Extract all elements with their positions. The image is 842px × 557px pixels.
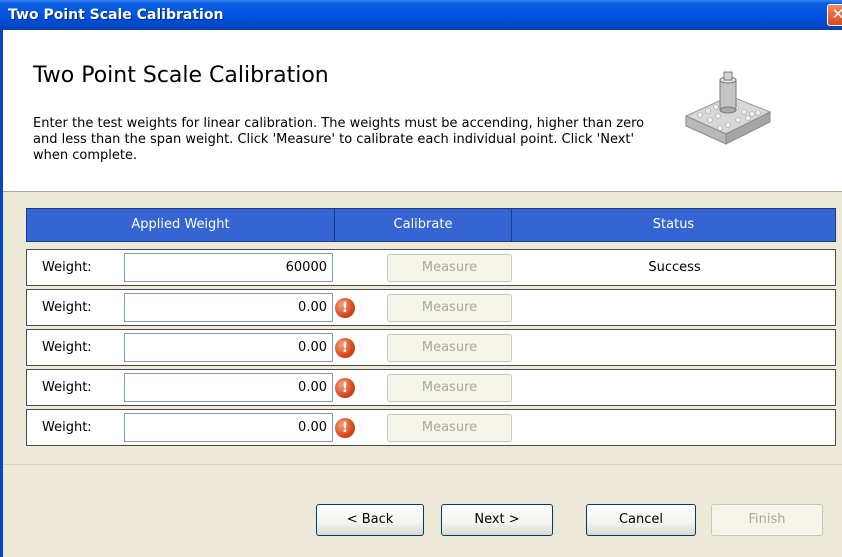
close-icon[interactable]: ✕ [827, 4, 842, 26]
status-text [512, 290, 837, 325]
finish-button[interactable]: Finish [711, 504, 823, 536]
measure-button[interactable]: Measure [387, 374, 512, 402]
status-text [512, 370, 837, 405]
table-row: Weight: 0.00 ! Measure [26, 289, 836, 326]
measure-button[interactable]: Measure [387, 294, 512, 322]
table-row: Weight: 0.00 ! Measure [26, 369, 836, 406]
error-icon: ! [335, 378, 355, 398]
window-frame-left [0, 30, 3, 557]
scale-weight-icon [684, 71, 772, 145]
measure-button[interactable]: Measure [387, 414, 512, 442]
measure-button[interactable]: Measure [387, 254, 512, 282]
weight-label: Weight: [42, 300, 92, 315]
instructions-text: Enter the test weights for linear calibr… [33, 116, 645, 163]
weight-label: Weight: [42, 420, 92, 435]
column-header-calibrate: Calibrate [393, 217, 453, 232]
column-header-status: Status [652, 217, 695, 232]
weight-label: Weight: [42, 380, 92, 395]
back-button[interactable]: < Back [316, 504, 424, 536]
weight-label: Weight: [42, 260, 92, 275]
measure-button[interactable]: Measure [387, 334, 512, 362]
status-text: Success [648, 260, 701, 275]
table-header: Applied Weight Calibrate Status [26, 208, 836, 242]
calibration-dialog: Two Point Scale Calibration ✕ Two Point … [0, 0, 842, 557]
status-text [512, 330, 837, 365]
window-title: Two Point Scale Calibration [8, 7, 224, 23]
page-title: Two Point Scale Calibration [33, 63, 329, 88]
weight-input[interactable]: 0.00 [124, 333, 333, 362]
title-bar[interactable]: Two Point Scale Calibration ✕ [0, 0, 842, 30]
next-button[interactable]: Next > [441, 504, 553, 536]
weight-input[interactable]: 0.00 [124, 373, 333, 402]
footer-divider [0, 464, 842, 465]
cancel-button[interactable]: Cancel [586, 504, 696, 536]
wizard-header: Two Point Scale Calibration Enter the te… [0, 30, 842, 192]
weight-input[interactable]: 60000 [124, 253, 333, 282]
table-row: Weight: 0.00 ! Measure [26, 329, 836, 366]
error-icon: ! [335, 418, 355, 438]
status-text [512, 410, 837, 445]
error-icon: ! [335, 338, 355, 358]
error-icon: ! [335, 298, 355, 318]
weight-input[interactable]: 0.00 [124, 413, 333, 442]
column-header-applied-weight: Applied Weight [131, 217, 230, 232]
weight-input[interactable]: 0.00 [124, 293, 333, 322]
table-row: Weight: 0.00 ! Measure [26, 409, 836, 446]
weight-label: Weight: [42, 340, 92, 355]
table-row: Weight: 60000 Measure Success [26, 249, 836, 286]
